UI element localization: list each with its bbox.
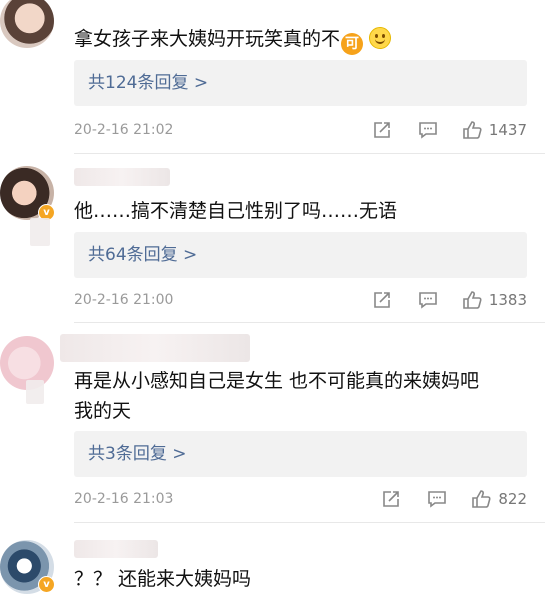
comment-meta: 20-2-16 21:00 1383 (74, 287, 527, 313)
comment-actions: 1383 (371, 287, 527, 313)
comment-actions: 822 (380, 486, 527, 512)
comment-text: 他……搞不清楚自己性别了吗……无语 (74, 200, 398, 222)
avatar[interactable] (0, 0, 54, 48)
comment-icon[interactable] (426, 488, 448, 510)
ke-emoji-icon: 可 (341, 33, 364, 55)
username-redacted (60, 334, 250, 362)
redaction-patch (30, 218, 50, 246)
divider (74, 322, 545, 323)
smile-emoji-icon (369, 27, 392, 49)
comment-icon[interactable] (417, 289, 439, 311)
verified-badge-icon: v (38, 576, 55, 593)
view-replies-button[interactable]: 共64条回复 > (74, 232, 527, 278)
divider (74, 522, 545, 523)
comment-meta: 20-2-16 21:02 1437 (74, 117, 527, 143)
thumbs-up-icon (470, 488, 492, 510)
view-replies-button[interactable]: 共3条回复 > (74, 431, 527, 477)
comment-meta: 20-2-16 21:03 822 (74, 486, 527, 512)
like-button[interactable]: 822 (470, 486, 527, 512)
share-icon[interactable] (380, 488, 402, 510)
username-redacted (74, 168, 170, 186)
divider (74, 153, 545, 154)
redaction-patch (26, 380, 44, 404)
share-icon[interactable] (371, 119, 393, 141)
comment-actions: 1437 (371, 117, 527, 143)
like-button[interactable]: 1383 (461, 287, 527, 313)
share-icon[interactable] (371, 289, 393, 311)
comment-text: 拿女孩子来大姨妈开玩笑真的不可 (74, 24, 392, 55)
view-replies-button[interactable]: 共124条回复 > (74, 60, 527, 106)
comment-text-line-2: 我的天 (74, 400, 132, 422)
username-redacted (74, 540, 158, 558)
thumbs-up-icon (461, 119, 483, 141)
like-count: 1437 (488, 121, 527, 139)
comment-icon[interactable] (417, 119, 439, 141)
like-count: 822 (498, 490, 527, 508)
timestamp: 20-2-16 21:00 (74, 292, 174, 308)
thumbs-up-icon (461, 289, 483, 311)
comment-text: ？？ 还能来大姨妈吗 (74, 568, 252, 590)
timestamp: 20-2-16 21:02 (74, 122, 174, 138)
comment-text-line-1: 再是从小感知自己是女生 也不可能真的来姨妈吧 (74, 370, 480, 392)
like-count: 1383 (488, 291, 527, 309)
timestamp: 20-2-16 21:03 (74, 491, 174, 507)
comment-text-body: 拿女孩子来大姨妈开玩笑真的不 (74, 28, 341, 50)
like-button[interactable]: 1437 (461, 117, 527, 143)
